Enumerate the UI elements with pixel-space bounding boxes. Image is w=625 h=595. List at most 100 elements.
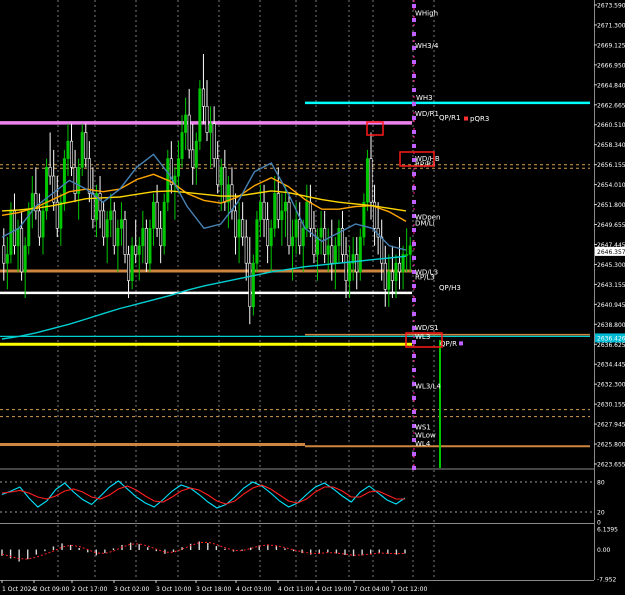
marker-dot [412, 410, 416, 414]
candle-body [330, 245, 334, 264]
candle-body [70, 140, 74, 168]
candle-body [212, 123, 216, 159]
candle-body [2, 245, 6, 264]
candle-body [312, 228, 316, 255]
hist-level-label: -7.952 [597, 577, 617, 584]
candle-body [223, 167, 227, 203]
marker-dot [412, 32, 416, 36]
pivot-label: WD/R1 [415, 110, 439, 118]
marker-dot [412, 298, 416, 302]
candle-body [159, 228, 163, 247]
hist-level-label: 0.00 [597, 547, 611, 554]
price-tick-label: 2632.300 [597, 382, 625, 389]
pivot-label: WL3 [415, 333, 430, 341]
trading-chart[interactable]: QP/R1WH3QP/H3 WHighWH3/4WD/R1pQR3WD/HBRP… [0, 0, 625, 595]
marker-dot [412, 396, 416, 400]
candle-body [234, 210, 238, 238]
candle-body [241, 219, 245, 238]
candle-body [294, 219, 298, 238]
candle-body [362, 201, 366, 238]
pivot-label: WL4 [415, 440, 431, 448]
marker-dot [412, 368, 416, 372]
candle-body [62, 158, 66, 203]
marker-dot [412, 130, 416, 134]
candle-body [276, 193, 280, 220]
marker-dot [412, 186, 416, 190]
candle-body [198, 88, 202, 142]
candle-body [383, 262, 387, 290]
marker-dot [412, 452, 416, 456]
osc-level-label: 0 [597, 520, 601, 527]
pivot-label: WLow [415, 431, 436, 439]
candle-body [80, 132, 84, 168]
candle-body [201, 88, 205, 107]
candle-body [323, 228, 327, 255]
candle-body [5, 254, 9, 264]
candle-body [105, 219, 109, 238]
pivot-label: RP/R3 [415, 160, 436, 168]
price-tick-label: 2664.840 [597, 82, 625, 89]
candle-body [130, 245, 134, 281]
price-tick-label: 2645.300 [597, 262, 625, 269]
candle-body [20, 228, 24, 273]
candle-body [109, 210, 113, 220]
marker-dot [412, 4, 416, 8]
candle-body [355, 254, 359, 273]
price-tick-label: 2654.010 [597, 182, 625, 189]
candle-body [291, 236, 295, 247]
pivot-dot [464, 116, 468, 121]
candle-body [326, 245, 330, 255]
candle-body [262, 201, 266, 220]
candle-body [184, 114, 188, 133]
candle-body [112, 210, 116, 247]
candle-body [91, 193, 95, 220]
price-tick-label: 2651.800 [597, 202, 625, 209]
price-tick-label: 2669.125 [597, 42, 625, 49]
candle-body [209, 123, 213, 133]
pivot-label: WD/S1 [415, 324, 439, 332]
candle-body [187, 114, 191, 151]
candle-body [358, 236, 362, 273]
pivot-dot [459, 341, 463, 346]
pivot-label: DM/Li [415, 220, 435, 228]
candle-body [305, 201, 309, 229]
price-tick-label: 2630.155 [597, 402, 625, 409]
candle-body [251, 262, 255, 308]
pivot-label: WH3/4 [415, 42, 439, 50]
candle-body [119, 219, 123, 229]
candle-body [248, 262, 252, 308]
level-label: QP/H3 [439, 284, 461, 292]
current-price-label: 2646.357 [597, 249, 625, 256]
price-tick-label: 2658.340 [597, 142, 625, 149]
candle-body [273, 193, 277, 229]
marker-dot [412, 312, 416, 316]
marker-dot [412, 18, 416, 22]
time-tick-label: 3 Oct 18:00 [196, 586, 231, 593]
candle-body [308, 201, 312, 229]
osc-signal-line [1, 484, 405, 505]
candle-body [205, 106, 209, 133]
candle-body [280, 210, 284, 220]
candle-body [123, 219, 127, 255]
marker-dot [412, 102, 416, 106]
candle-body [23, 245, 27, 273]
candle-body [301, 228, 305, 247]
candle-body [348, 262, 352, 281]
candle-body [16, 228, 20, 247]
pivot-label: WHigh [415, 10, 438, 18]
candle-body [219, 167, 223, 186]
marker-dot [412, 242, 416, 246]
price-tick-label: 2673.590 [597, 3, 625, 10]
candle-body [266, 219, 270, 247]
candle-body [287, 201, 291, 247]
oscillator-pane: 80 20 0 [0, 480, 605, 527]
price-candles [2, 54, 412, 325]
time-tick-label: 3 Oct 10:00 [156, 586, 191, 593]
candle-body [394, 262, 398, 281]
candle-body [152, 201, 156, 229]
candle-body [162, 201, 166, 247]
candle-body [216, 158, 220, 186]
price-tick-label: 2636.625 [597, 342, 625, 349]
candle-body [405, 254, 409, 256]
candle-body [176, 158, 180, 177]
